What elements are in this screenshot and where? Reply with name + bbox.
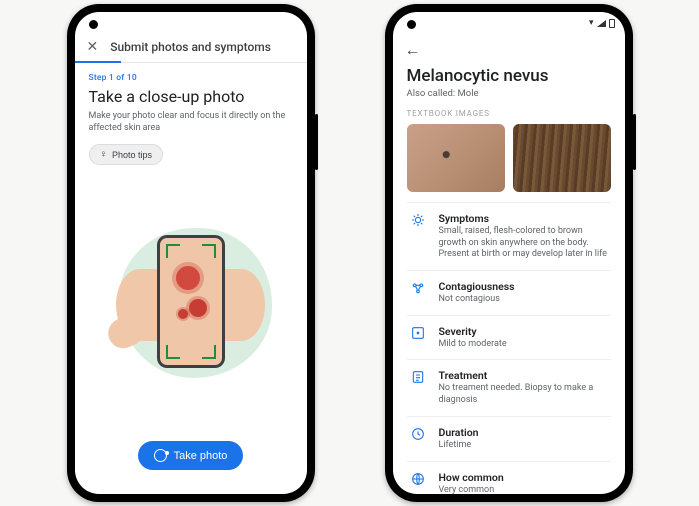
status-bar: ▾ bbox=[393, 12, 625, 34]
contagiousness-icon bbox=[409, 280, 427, 306]
back-icon[interactable]: ← bbox=[405, 40, 421, 60]
viewfinder-corner-icon bbox=[166, 244, 180, 258]
textbook-image[interactable] bbox=[513, 124, 611, 192]
info-title: Symptoms bbox=[439, 212, 609, 225]
info-title: Treatment bbox=[439, 369, 609, 382]
signal-icon bbox=[597, 20, 606, 27]
topbar: ← bbox=[393, 34, 625, 66]
wifi-icon: ▾ bbox=[589, 18, 594, 28]
info-item-symptoms: Symptoms Small, raised, flesh-colored to… bbox=[407, 203, 611, 271]
camera-punch-hole bbox=[407, 20, 416, 29]
page-subtext: Make your photo clear and focus it direc… bbox=[89, 110, 293, 134]
info-item-contagiousness: Contagiousness Not contagious bbox=[407, 271, 611, 316]
topbar: ✕ Submit photos and symptoms bbox=[75, 34, 307, 63]
phone-illustration bbox=[157, 235, 225, 368]
viewfinder-corner-icon bbox=[166, 345, 180, 359]
skin-spot-icon bbox=[176, 266, 200, 290]
info-title: Contagiousness bbox=[439, 280, 609, 293]
treatment-icon bbox=[409, 369, 427, 406]
status-bar bbox=[75, 12, 307, 34]
textbook-images-row bbox=[407, 124, 611, 192]
info-item-treatment: Treatment No treament needed. Biopsy to … bbox=[407, 360, 611, 416]
take-photo-button[interactable]: Take photo bbox=[138, 441, 244, 470]
phone-mock-right: ▾ ← Melanocytic nevus Also called: Mole … bbox=[385, 4, 633, 502]
take-photo-label: Take photo bbox=[174, 450, 228, 462]
camera-icon bbox=[154, 449, 167, 462]
screen-left: ✕ Submit photos and symptoms Step 1 of 1… bbox=[75, 12, 307, 494]
step-label: Step 1 of 10 bbox=[89, 73, 293, 83]
also-called: Also called: Mole bbox=[407, 88, 611, 99]
photo-tips-chip[interactable]: ♀ Photo tips bbox=[89, 144, 164, 165]
info-title: How common bbox=[439, 471, 609, 484]
duration-icon bbox=[409, 426, 427, 452]
info-title: Severity bbox=[439, 325, 609, 338]
close-icon[interactable]: ✕ bbox=[87, 40, 99, 54]
progress-indicator bbox=[75, 61, 121, 63]
condition-title: Melanocytic nevus bbox=[407, 66, 611, 86]
info-list: Symptoms Small, raised, flesh-colored to… bbox=[407, 202, 611, 494]
phone-mock-left: ✕ Submit photos and symptoms Step 1 of 1… bbox=[67, 4, 315, 502]
severity-icon bbox=[409, 325, 427, 351]
info-item-severity: Severity Mild to moderate bbox=[407, 316, 611, 361]
viewfinder-corner-icon bbox=[202, 244, 216, 258]
topbar-title: Submit photos and symptoms bbox=[110, 40, 271, 54]
illustration bbox=[89, 165, 293, 441]
info-desc: Very common bbox=[439, 485, 609, 495]
screen-right: ▾ ← Melanocytic nevus Also called: Mole … bbox=[393, 12, 625, 494]
skin-spot-icon bbox=[178, 309, 188, 319]
info-title: Duration bbox=[439, 426, 609, 439]
info-desc: No treament needed. Biopsy to make a dia… bbox=[439, 383, 609, 406]
info-desc: Small, raised, flesh-colored to brown gr… bbox=[439, 226, 609, 261]
info-item-how-common: How common Very common bbox=[407, 462, 611, 495]
how-common-icon bbox=[409, 471, 427, 495]
camera-punch-hole bbox=[89, 20, 98, 29]
skin-spot-icon bbox=[189, 299, 207, 317]
info-desc: Not contagious bbox=[439, 294, 609, 306]
photo-tips-label: Photo tips bbox=[112, 150, 152, 160]
info-desc: Lifetime bbox=[439, 440, 609, 452]
symptoms-icon bbox=[409, 212, 427, 261]
info-desc: Mild to moderate bbox=[439, 339, 609, 351]
page-heading: Take a close-up photo bbox=[89, 87, 293, 106]
info-item-duration: Duration Lifetime bbox=[407, 417, 611, 462]
section-label: TEXTBOOK IMAGES bbox=[407, 109, 611, 118]
lightbulb-icon: ♀ bbox=[100, 149, 108, 160]
textbook-image[interactable] bbox=[407, 124, 505, 192]
battery-icon bbox=[609, 19, 615, 28]
viewfinder-corner-icon bbox=[202, 345, 216, 359]
